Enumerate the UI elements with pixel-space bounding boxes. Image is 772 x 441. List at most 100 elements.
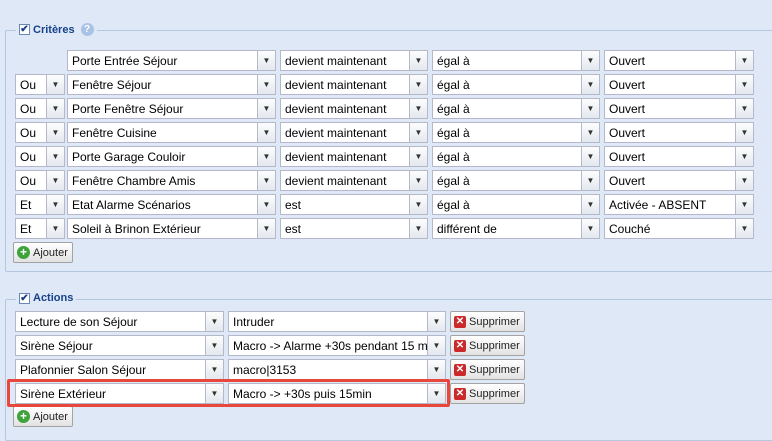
event-select[interactable]: devient maintenant ▼: [280, 74, 428, 95]
chevron-down-icon[interactable]: ▼: [257, 147, 275, 166]
chevron-down-icon[interactable]: ▼: [46, 147, 64, 166]
action-value-select[interactable]: Intruder ▼: [228, 311, 446, 332]
comparator-select[interactable]: égal à ▼: [432, 74, 600, 95]
device-select[interactable]: Fenêtre Séjour ▼: [67, 74, 276, 95]
chevron-down-icon[interactable]: ▼: [46, 123, 64, 142]
chevron-down-icon[interactable]: ▼: [257, 99, 275, 118]
actions-checkbox[interactable]: ✔: [19, 292, 30, 304]
delete-action-button[interactable]: ✕ Supprimer: [450, 335, 525, 356]
value-select[interactable]: Ouvert ▼: [604, 98, 754, 119]
chevron-down-icon[interactable]: ▼: [257, 51, 275, 70]
chevron-down-icon[interactable]: ▼: [205, 336, 223, 355]
chevron-down-icon[interactable]: ▼: [427, 336, 445, 355]
chevron-down-icon[interactable]: ▼: [581, 171, 599, 190]
value-select[interactable]: Couché ▼: [604, 218, 754, 239]
operator-select[interactable]: Ou ▼: [15, 170, 65, 191]
chevron-down-icon[interactable]: ▼: [257, 195, 275, 214]
delete-action-button[interactable]: ✕ Supprimer: [450, 383, 525, 404]
event-select[interactable]: devient maintenant ▼: [280, 146, 428, 167]
chevron-down-icon[interactable]: ▼: [735, 123, 753, 142]
event-select[interactable]: devient maintenant ▼: [280, 122, 428, 143]
chevron-down-icon[interactable]: ▼: [581, 99, 599, 118]
value-select[interactable]: Ouvert ▼: [604, 50, 754, 71]
action-device-select[interactable]: Lecture de son Séjour ▼: [15, 311, 224, 332]
device-select[interactable]: Soleil à Brinon Extérieur ▼: [67, 218, 276, 239]
chevron-down-icon[interactable]: ▼: [735, 75, 753, 94]
chevron-down-icon[interactable]: ▼: [46, 171, 64, 190]
value-select[interactable]: Activée - ABSENT ▼: [604, 194, 754, 215]
event-select[interactable]: est ▼: [280, 194, 428, 215]
chevron-down-icon[interactable]: ▼: [581, 123, 599, 142]
action-device-select[interactable]: Plafonnier Salon Séjour ▼: [15, 359, 224, 380]
chevron-down-icon[interactable]: ▼: [409, 51, 427, 70]
chevron-down-icon[interactable]: ▼: [735, 147, 753, 166]
chevron-down-icon[interactable]: ▼: [409, 75, 427, 94]
operator-select[interactable]: Ou ▼: [15, 74, 65, 95]
action-value-select[interactable]: macro|3153 ▼: [228, 359, 446, 380]
chevron-down-icon[interactable]: ▼: [427, 312, 445, 331]
device-select[interactable]: Porte Garage Couloir ▼: [67, 146, 276, 167]
chevron-down-icon[interactable]: ▼: [409, 195, 427, 214]
comparator-select[interactable]: différent de ▼: [432, 218, 600, 239]
action-device-select[interactable]: Sirène Séjour ▼: [15, 335, 224, 356]
chevron-down-icon[interactable]: ▼: [46, 195, 64, 214]
action-value-select[interactable]: Macro -> Alarme +30s pendant 15 min ▼: [228, 335, 446, 356]
operator-select[interactable]: Et ▼: [15, 218, 65, 239]
comparator-select[interactable]: égal à ▼: [432, 50, 600, 71]
chevron-down-icon[interactable]: ▼: [581, 195, 599, 214]
value-select[interactable]: Ouvert ▼: [604, 122, 754, 143]
comparator-select[interactable]: égal à ▼: [432, 98, 600, 119]
comparator-select[interactable]: égal à ▼: [432, 122, 600, 143]
value-select[interactable]: Ouvert ▼: [604, 146, 754, 167]
comparator-select[interactable]: égal à ▼: [432, 146, 600, 167]
device-select[interactable]: Porte Entrée Séjour ▼: [67, 50, 276, 71]
add-criterion-button[interactable]: + Ajouter: [13, 242, 73, 263]
chevron-down-icon[interactable]: ▼: [409, 219, 427, 238]
chevron-down-icon[interactable]: ▼: [205, 312, 223, 331]
chevron-down-icon[interactable]: ▼: [409, 171, 427, 190]
delete-action-button[interactable]: ✕ Supprimer: [450, 359, 525, 380]
chevron-down-icon[interactable]: ▼: [581, 219, 599, 238]
chevron-down-icon[interactable]: ▼: [257, 219, 275, 238]
comparator-select[interactable]: égal à ▼: [432, 194, 600, 215]
operator-select[interactable]: Ou ▼: [15, 98, 65, 119]
comparator-select[interactable]: égal à ▼: [432, 170, 600, 191]
event-select[interactable]: est ▼: [280, 218, 428, 239]
value-select[interactable]: Ouvert ▼: [604, 170, 754, 191]
delete-action-button[interactable]: ✕ Supprimer: [450, 311, 525, 332]
event-select-value: devient maintenant: [285, 173, 387, 188]
chevron-down-icon[interactable]: ▼: [205, 360, 223, 379]
chevron-down-icon[interactable]: ▼: [409, 123, 427, 142]
add-action-button[interactable]: + Ajouter: [13, 406, 73, 427]
chevron-down-icon[interactable]: ▼: [735, 99, 753, 118]
chevron-down-icon[interactable]: ▼: [735, 219, 753, 238]
chevron-down-icon[interactable]: ▼: [735, 51, 753, 70]
chevron-down-icon[interactable]: ▼: [581, 75, 599, 94]
help-icon[interactable]: ?: [80, 23, 94, 36]
chevron-down-icon[interactable]: ▼: [409, 147, 427, 166]
chevron-down-icon[interactable]: ▼: [735, 171, 753, 190]
chevron-down-icon[interactable]: ▼: [257, 171, 275, 190]
operator-select[interactable]: Ou ▼: [15, 122, 65, 143]
device-select[interactable]: Etat Alarme Scénarios ▼: [67, 194, 276, 215]
operator-select[interactable]: Et ▼: [15, 194, 65, 215]
chevron-down-icon[interactable]: ▼: [581, 147, 599, 166]
chevron-down-icon[interactable]: ▼: [735, 195, 753, 214]
chevron-down-icon[interactable]: ▼: [46, 75, 64, 94]
chevron-down-icon[interactable]: ▼: [427, 360, 445, 379]
event-select[interactable]: devient maintenant ▼: [280, 50, 428, 71]
chevron-down-icon[interactable]: ▼: [257, 123, 275, 142]
chevron-down-icon[interactable]: ▼: [409, 99, 427, 118]
chevron-down-icon[interactable]: ▼: [46, 99, 64, 118]
operator-select[interactable]: Ou ▼: [15, 146, 65, 167]
chevron-down-icon[interactable]: ▼: [257, 75, 275, 94]
event-select[interactable]: devient maintenant ▼: [280, 98, 428, 119]
chevron-down-icon[interactable]: ▼: [46, 219, 64, 238]
value-select[interactable]: Ouvert ▼: [604, 74, 754, 95]
chevron-down-icon[interactable]: ▼: [581, 51, 599, 70]
criteres-checkbox[interactable]: ✔: [19, 24, 30, 35]
event-select[interactable]: devient maintenant ▼: [280, 170, 428, 191]
device-select[interactable]: Porte Fenêtre Séjour ▼: [67, 98, 276, 119]
device-select[interactable]: Fenêtre Cuisine ▼: [67, 122, 276, 143]
device-select[interactable]: Fenêtre Chambre Amis ▼: [67, 170, 276, 191]
